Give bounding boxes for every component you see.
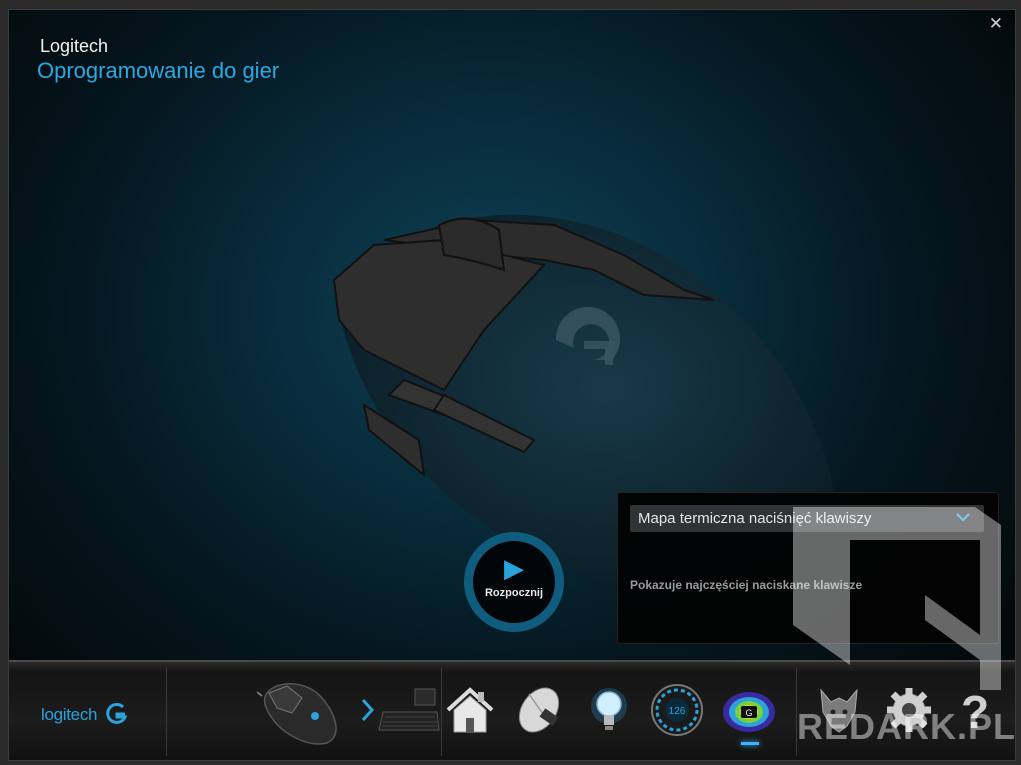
- bottom-toolbar: logitech 126 G ?: [9, 660, 1015, 760]
- mouse-settings-icon[interactable]: [511, 682, 567, 738]
- brand-title: Logitech: [40, 36, 109, 56]
- feature-dropdown-value: Mapa termiczna naciśnięć klawiszy: [638, 510, 872, 527]
- game-profile-icon[interactable]: [811, 682, 867, 738]
- heatmap-icon[interactable]: G: [721, 682, 777, 738]
- feature-panel: Mapa termiczna naciśnięć klawiszy Pokazu…: [617, 492, 999, 644]
- logitech-logo: logitech: [41, 702, 128, 725]
- logo-text: logitech: [41, 705, 98, 724]
- start-button[interactable]: ▶ Rozpocznij: [464, 532, 564, 632]
- feature-dropdown[interactable]: Mapa termiczna naciśnięć klawiszy: [630, 505, 984, 532]
- svg-text:126: 126: [669, 706, 686, 717]
- chevron-down-icon: [956, 513, 970, 522]
- feature-description: Pokazuje najczęściej naciskane klawisze: [630, 578, 863, 592]
- keyboard-device-icon[interactable]: [377, 688, 441, 738]
- app-subtitle: Oprogramowanie do gier: [37, 58, 280, 83]
- app-window: ✕ Logitech Oprogramowanie do gier ▶ Rozp…: [8, 9, 1016, 761]
- mouse-device-icon[interactable]: [257, 678, 347, 748]
- play-icon: ▶: [504, 553, 524, 583]
- toolbar-divider: [9, 660, 1015, 662]
- svg-text:G: G: [745, 708, 752, 718]
- active-tab-indicator: [741, 742, 759, 745]
- toolbar-separator: [166, 668, 167, 756]
- help-icon[interactable]: ?: [947, 682, 1003, 738]
- close-button[interactable]: ✕: [989, 14, 1003, 34]
- toolbar-separator: [796, 668, 797, 756]
- g-logo-icon: [105, 702, 127, 724]
- device-next-arrow-icon[interactable]: [361, 698, 375, 722]
- svg-text:?: ?: [961, 686, 989, 738]
- start-button-label: Rozpocznij: [484, 587, 544, 599]
- lighting-bulb-icon[interactable]: [581, 682, 637, 738]
- settings-gear-icon[interactable]: [881, 682, 937, 738]
- home-icon[interactable]: [442, 682, 498, 738]
- speedometer-icon[interactable]: 126: [649, 682, 705, 738]
